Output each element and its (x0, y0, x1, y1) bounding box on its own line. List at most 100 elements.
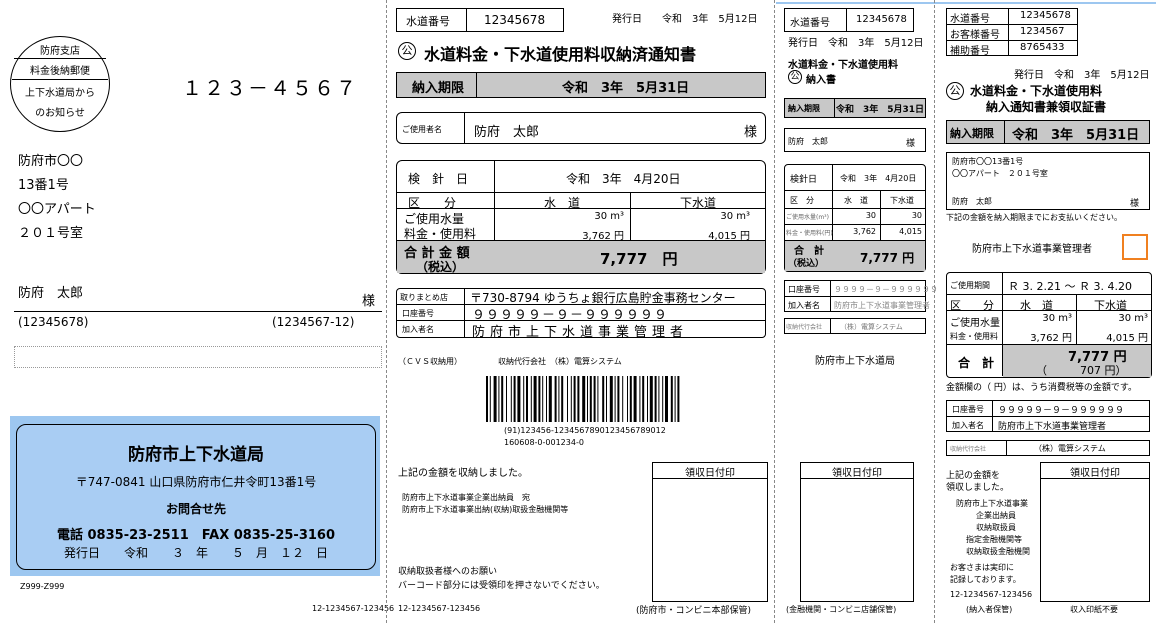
fee-sewer: 4,015 円 (1106, 333, 1148, 344)
badge-line2: 料金後納郵便 (30, 66, 90, 77)
due-label: 納入期限 (412, 81, 465, 96)
read-label: 検 針 日 (408, 172, 469, 186)
read-label: 検針日 (790, 175, 818, 185)
stamp-free-note: 収入印紙不要 (1070, 605, 1118, 614)
note-line1: お客さまは実印に (950, 563, 1014, 572)
water-col: 水 道 (544, 196, 581, 210)
title-line2: 納入通知書兼領収証書 (986, 100, 1107, 114)
water-no-label: 水道番号 (790, 18, 830, 29)
cvs-note: （ＣＶＳ収納用） 収納代行会社 （株）電算システム (398, 357, 622, 366)
staff-line2: 企業出納員 (976, 511, 1016, 520)
staff-line1: 防府市上下水道事業 (956, 499, 1028, 508)
title-line1: 水道料金・下水道使用料 (970, 84, 1103, 98)
total-amount: 7,777 円 (600, 250, 678, 268)
recipient-name: 防府 太郎 (18, 286, 84, 301)
barcode-number-1: (91)123456-12345678901234567890​12 (504, 426, 666, 435)
account-label: 口座番号 (952, 405, 984, 414)
title: 水道料金・下水道使用料収納済通知書 (424, 45, 697, 64)
request-line1: 収納取扱者様へのお願い (398, 567, 498, 577)
issue-date: 発行日 令和 3年 5月12日 (1014, 70, 1150, 81)
received-note: 上記の金額を収納しました。 (398, 468, 528, 479)
tax-label: （税込） (416, 260, 465, 274)
badge-line1: 防府支店 (40, 46, 80, 57)
water-number-ref: (12345678) (18, 315, 89, 329)
usage-water: 30 m³ (594, 211, 624, 222)
title-line2: 納入書 (806, 75, 836, 86)
stamp-box-label: 領収日付印 (1070, 468, 1120, 479)
public-mark-icon: 公 (788, 70, 802, 84)
water-col: 水 道 (844, 196, 868, 205)
usage-sewer: 30 m³ (1118, 313, 1148, 324)
account-number: ９９９９９－９－９９９９９９ (998, 406, 1125, 416)
sub-no: 8765433 (1020, 42, 1065, 53)
note-line2: 記録しております。 (950, 575, 1021, 584)
fee-water: 3,762 円 (582, 231, 624, 242)
total-label: 合 計 (794, 246, 824, 257)
public-mark-icon: 公 (946, 82, 964, 100)
user-name: 防府 太郎 (788, 137, 828, 146)
total-label: 合 計 (958, 356, 995, 370)
fee-water: 3,762 (853, 227, 876, 236)
usage-label: ご使用水量(m³) (786, 214, 829, 221)
seal-box (1122, 234, 1148, 260)
agent-label: 収納代行会社 (786, 324, 823, 331)
fee-sewer: 4,015 円 (708, 231, 750, 242)
stamp-box-label: 領収日付印 (832, 468, 882, 479)
bank-label: 取りまとめ店 (400, 293, 448, 302)
barcode (486, 376, 680, 422)
sub-no-label: 補助番号 (950, 46, 990, 57)
category-label: 区 分 (408, 196, 457, 210)
tax-note: 金額欄の（ 円）は、うち消費税等の金額です。 (946, 383, 1137, 393)
customer-number-ref: (1234567-12) (272, 315, 355, 329)
usage-sewer: 30 (911, 211, 922, 220)
honorific: 様 (744, 125, 758, 140)
fee-label: 料金・使用料(円) (786, 230, 833, 237)
blank-field (14, 346, 382, 368)
agent-label: 収納代行会社 (950, 446, 987, 453)
agent-name: （株）電算システム (840, 323, 903, 331)
name: 防府 太郎 (952, 197, 992, 206)
due-date: 令和 3年 5月31日 (562, 81, 690, 96)
usage-label: ご使用水量 (950, 318, 1000, 329)
note-line2: 防府市上下水道事業出納(収納)取扱金融機関等 (402, 505, 569, 514)
customer-no-label: お客様番号 (950, 30, 1000, 41)
code-a: Z999-Z999 (20, 582, 65, 591)
keep-note: (金融機関・コンビニ店舗保管) (786, 605, 897, 614)
water-col: 水 道 (1020, 299, 1053, 312)
period-label: ご使用期間 (950, 281, 990, 290)
barcode-number-2: 160608-0-001234-0 (504, 438, 584, 447)
usage-water: 30 (865, 211, 876, 220)
user-label: ご使用者名 (402, 125, 442, 134)
water-no: 12345678 (856, 14, 907, 25)
notice: 下記の金額を納入期限までにお支払いください。 (946, 213, 1122, 222)
staff-line3: 収納取扱員 (976, 523, 1016, 532)
usage-sewer: 30 m³ (720, 211, 750, 222)
usage-water: 30 m³ (1042, 313, 1072, 324)
total-amount: 7,777 円 (860, 251, 915, 265)
honorific: 様 (1130, 199, 1140, 209)
read-date: 令和 3年 4月20日 (566, 172, 681, 186)
address-line4: ２０１号室 (18, 226, 84, 241)
title-line1: 水道料金・下水道使用料 (788, 60, 898, 71)
public-mark-icon: 公 (398, 42, 416, 60)
honorific: 様 (906, 139, 916, 149)
issue-date: 発行日 令和 3年 5月12日 (788, 38, 924, 49)
due-label: 納入期限 (788, 104, 820, 113)
read-date: 令和 3年 4月20日 (840, 174, 917, 183)
payee-label: 加入者名 (952, 421, 984, 430)
address-line3: 〇〇アパート (18, 202, 96, 217)
category-label: 区 分 (950, 299, 994, 312)
customer-no: 1234567 (1020, 26, 1065, 37)
keep-note: (納入者保管) (966, 605, 1013, 614)
period: Ｒ 3. 2.21 ～ Ｒ 3. 4.20 (1008, 280, 1132, 293)
fee-water: 3,762 円 (1030, 333, 1072, 344)
org-address: 〒747-0841 山口県防府市仁井令町13番1号 (75, 475, 317, 489)
water-no-label: 水道番号 (406, 15, 450, 28)
request-line2: バーコード部分には受領印を押さないでください。 (398, 581, 605, 591)
tax-label: （税込） (788, 259, 825, 269)
tax-amount: （ 707 円） (1036, 364, 1127, 377)
contact-phone: 電話 0835-23-2511 FAX 0835-25-3160 (56, 528, 335, 543)
contact-heading: お問合せ先 (165, 502, 226, 516)
address-line2: 〇〇アパート ２０１号室 (952, 169, 1048, 178)
sewer-col: 下水道 (1094, 299, 1127, 312)
